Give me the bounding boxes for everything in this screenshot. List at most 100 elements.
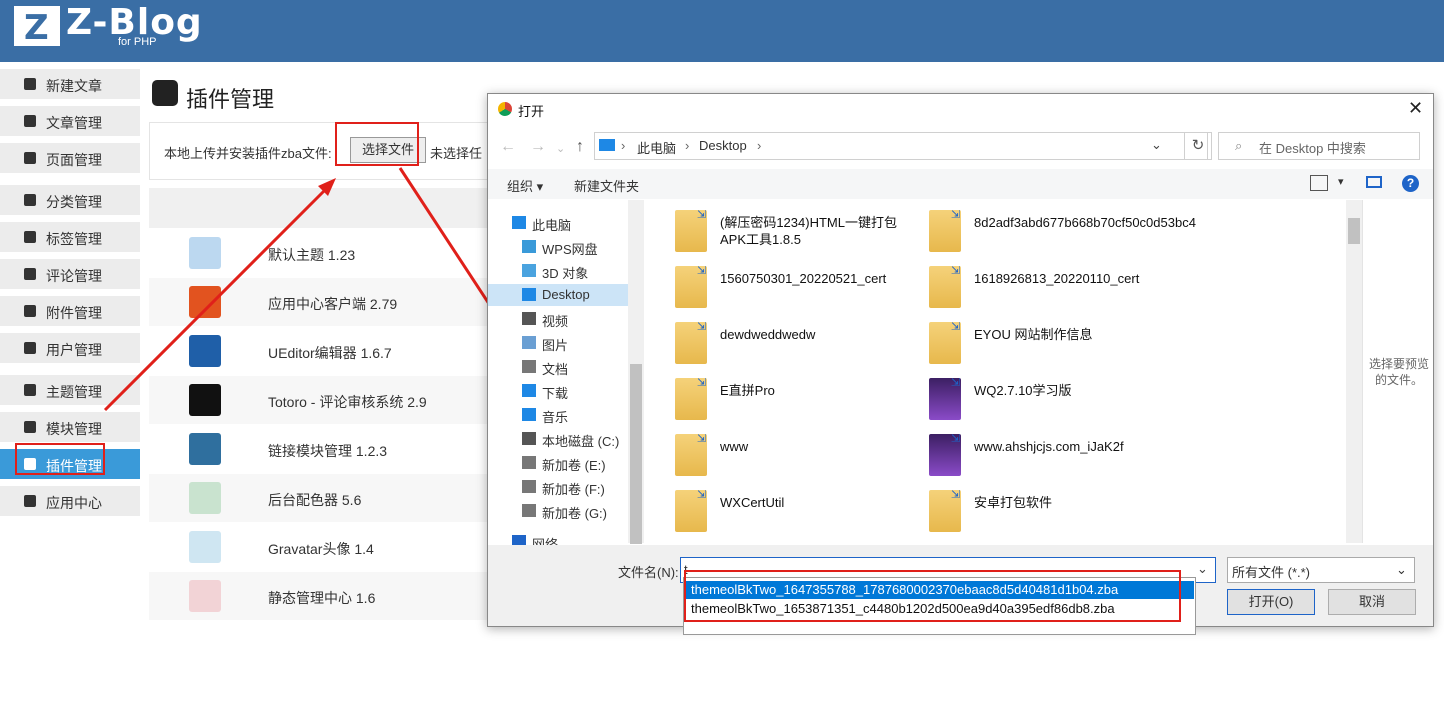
file-item[interactable]: ⇲ 1560750301_20220521_cert: [645, 260, 895, 310]
nav-icon: [522, 384, 536, 397]
nav-item-label: 下载: [542, 386, 569, 401]
nav-icon: [512, 216, 526, 229]
file-scroll-thumb[interactable]: [1348, 218, 1360, 244]
refresh-icon[interactable]: ↻: [1184, 132, 1212, 160]
file-name: 1560750301_20220521_cert: [720, 271, 887, 286]
nav-item[interactable]: 视频: [512, 308, 642, 330]
computer-icon: [599, 139, 615, 151]
nav-item[interactable]: 3D 对象: [512, 260, 642, 282]
help-icon[interactable]: ?: [1402, 175, 1419, 192]
shortcut-icon: ⇲: [951, 433, 961, 445]
preview-text: 选择要预览的文件。: [1369, 357, 1430, 387]
nav-icon: [522, 312, 536, 325]
cancel-button[interactable]: 取消: [1328, 589, 1416, 615]
highlight-plugin-menu: [15, 443, 105, 475]
address-bar[interactable]: › 此电脑 › Desktop › ⌄: [594, 132, 1208, 160]
filetype-value: 所有文件 (*.*): [1232, 565, 1311, 580]
file-scrollbar[interactable]: [1346, 200, 1362, 543]
nav-item-label: 新加卷 (F:): [542, 482, 605, 497]
file-item[interactable]: ⇲ WQ2.7.10学习版: [899, 372, 1149, 422]
nav-item[interactable]: 新加卷 (F:): [512, 476, 642, 498]
up-icon[interactable]: ↑: [576, 138, 584, 156]
shortcut-icon: ⇲: [697, 265, 707, 277]
file-name: 安卓打包软件: [974, 495, 1053, 510]
dialog-toolbar: 组织 ▾ 新建文件夹 ▾ ?: [488, 169, 1433, 199]
nav-item-label: Desktop: [542, 287, 590, 302]
nav-item[interactable]: Desktop: [488, 284, 628, 306]
close-icon[interactable]: ✕: [1408, 98, 1423, 119]
view-options-icon[interactable]: [1310, 175, 1328, 191]
nav-icon: [522, 288, 536, 301]
chevron-right-icon: ›: [621, 138, 626, 153]
file-item[interactable]: ⇲ 1618926813_20220110_cert: [899, 260, 1149, 310]
file-name: www: [720, 439, 749, 454]
nav-item-label: WPS网盘: [542, 242, 598, 257]
shortcut-icon: ⇲: [697, 433, 707, 445]
nav-item[interactable]: 此电脑: [502, 212, 632, 234]
file-item[interactable]: ⇲ 安卓打包软件: [899, 484, 1149, 534]
nav-item-label: 文档: [542, 362, 569, 377]
file-name: WQ2.7.10学习版: [974, 383, 1072, 398]
chrome-icon: [498, 102, 512, 116]
shortcut-icon: ⇲: [951, 377, 961, 389]
shortcut-icon: ⇲: [697, 209, 707, 221]
file-list: ⇲ (解压密码1234)HTML一键打包APK工具1.8.5 ⇲ 8d2adf3abd…: [645, 200, 1350, 543]
shortcut-icon: ⇲: [951, 489, 961, 501]
nav-icon: [522, 408, 536, 421]
file-item[interactable]: ⇲ www.ahshjcjs.com_iJaK2f: [899, 428, 1149, 478]
file-name: 1618926813_20220110_cert: [974, 271, 1140, 286]
nav-item[interactable]: 下载: [512, 380, 642, 402]
nav-item[interactable]: 新加卷 (G:): [512, 500, 642, 522]
recent-chevron-icon[interactable]: ⌄: [556, 142, 565, 155]
chevron-right-icon: ›: [757, 138, 762, 153]
nav-icon: [522, 360, 536, 373]
view-dropdown-icon[interactable]: ▾: [1338, 175, 1344, 188]
file-name: dewdweddwedw: [720, 327, 816, 342]
preview-pane-icon[interactable]: [1366, 176, 1382, 188]
file-item[interactable]: ⇲ E直拼Pro: [645, 372, 895, 422]
breadcrumb-pc[interactable]: 此电脑: [637, 138, 676, 157]
nav-item[interactable]: WPS网盘: [512, 236, 642, 258]
file-item[interactable]: ⇲ www: [645, 428, 895, 478]
shortcut-icon: ⇲: [951, 265, 961, 277]
nav-item[interactable]: 文档: [512, 356, 642, 378]
file-item[interactable]: ⇲ EYOU 网站制作信息: [899, 316, 1149, 366]
new-folder-button[interactable]: 新建文件夹: [574, 176, 639, 195]
nav-item[interactable]: 图片: [512, 332, 642, 354]
highlight-suggestions: [684, 570, 1181, 622]
nav-item[interactable]: 本地磁盘 (C:): [512, 428, 642, 450]
search-input[interactable]: ⌕ 在 Desktop 中搜索: [1218, 132, 1420, 160]
file-name: 8d2adf3abd677b668b70cf50c0d53bc4: [974, 215, 1196, 230]
chevron-right-icon: ›: [685, 138, 690, 153]
nav-item-label: 新加卷 (E:): [542, 458, 606, 473]
filetype-select[interactable]: 所有文件 (*.*) ⌄: [1227, 557, 1415, 583]
nav-item[interactable]: 音乐: [512, 404, 642, 426]
search-icon: ⌕: [1235, 138, 1243, 153]
chevron-down-icon[interactable]: ⌄: [1151, 137, 1162, 153]
organize-button[interactable]: 组织 ▾: [507, 176, 543, 195]
file-name: (解压密码1234)HTML一键打包APK工具1.8.5: [720, 215, 897, 247]
breadcrumb-desktop[interactable]: Desktop: [699, 138, 747, 153]
nav-scroll-thumb[interactable]: [630, 364, 642, 544]
back-icon[interactable]: ←: [500, 138, 516, 156]
file-name: WXCertUtil: [720, 495, 785, 510]
nav-item[interactable]: 新加卷 (E:): [512, 452, 642, 474]
chevron-down-icon[interactable]: ⌄: [1197, 561, 1208, 577]
nav-icon: [522, 264, 536, 277]
shortcut-icon: ⇲: [697, 377, 707, 389]
file-item[interactable]: ⇲ (解压密码1234)HTML一键打包APK工具1.8.5: [645, 204, 897, 254]
nav-icon: [522, 240, 536, 253]
nav-item-label: 视频: [542, 314, 569, 329]
nav-icon: [522, 456, 536, 469]
search-placeholder: 在 Desktop 中搜索: [1259, 141, 1366, 156]
file-name: www.ahshjcjs.com_iJaK2f: [974, 439, 1124, 454]
dialog-title: 打开: [518, 104, 545, 119]
file-name: E直拼Pro: [720, 383, 775, 398]
forward-icon[interactable]: →: [530, 138, 546, 156]
shortcut-icon: ⇲: [697, 489, 707, 501]
file-item[interactable]: ⇲ 8d2adf3abd677b668b70cf50c0d53bc4: [899, 204, 1196, 254]
file-item[interactable]: ⇲ WXCertUtil: [645, 484, 895, 534]
open-button[interactable]: 打开(O): [1227, 589, 1315, 615]
arrow-line-1: [103, 183, 332, 412]
file-item[interactable]: ⇲ dewdweddwedw: [645, 316, 895, 366]
